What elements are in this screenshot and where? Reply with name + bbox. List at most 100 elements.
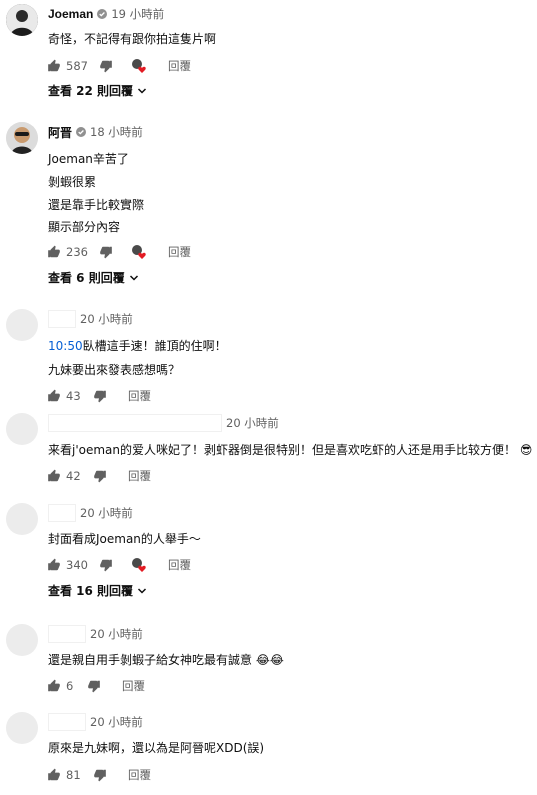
creator-heart-icon bbox=[132, 59, 146, 73]
author-name[interactable] bbox=[48, 310, 76, 328]
view-replies-button[interactable]: 查看 6 則回覆 bbox=[48, 269, 139, 286]
comment-text: 還是靠手比較實際 bbox=[48, 198, 145, 212]
comment-text: 奇怪，不記得有跟你拍這隻片啊 bbox=[48, 32, 217, 46]
avatar[interactable] bbox=[6, 413, 38, 445]
comment-text: 九妹要出來發表感想嗎？ bbox=[48, 363, 181, 377]
comment-time[interactable]: 20 小時前 bbox=[80, 505, 133, 521]
thumbs-down-icon bbox=[100, 559, 112, 572]
comment-header: 20 小時前 bbox=[48, 309, 133, 329]
like-button[interactable] bbox=[46, 244, 62, 260]
comment-text-main: 還是親自用手剝蝦子給女神吃最有誠意 bbox=[48, 653, 253, 667]
dislike-button[interactable] bbox=[98, 58, 114, 74]
view-replies-label: 查看 6 則回覆 bbox=[48, 271, 125, 285]
comment-time[interactable]: 20 小時前 bbox=[226, 415, 279, 431]
like-button[interactable] bbox=[46, 468, 62, 484]
thumbs-up-icon bbox=[48, 245, 60, 258]
like-count: 6 bbox=[66, 679, 74, 693]
dislike-button[interactable] bbox=[92, 468, 108, 484]
author-name[interactable] bbox=[48, 713, 86, 731]
avatar[interactable] bbox=[6, 624, 38, 656]
reply-button[interactable]: 回覆 bbox=[168, 557, 191, 573]
like-count: 340 bbox=[66, 558, 88, 572]
thumbs-up-icon bbox=[48, 469, 60, 482]
like-button[interactable] bbox=[46, 767, 62, 783]
comment-text: 剝蝦很累 bbox=[48, 175, 97, 189]
comment-header: 20 小時前 bbox=[48, 413, 279, 433]
comment-actions: 81 回覆 bbox=[46, 765, 151, 785]
author-name[interactable] bbox=[48, 414, 222, 432]
view-replies-label: 查看 22 則回覆 bbox=[48, 84, 134, 98]
dislike-button[interactable] bbox=[98, 557, 114, 573]
thumbs-down-icon bbox=[94, 390, 106, 403]
timestamp-link[interactable]: 10:50 bbox=[48, 339, 83, 353]
comment-text: 顯示部分內容 bbox=[48, 220, 121, 234]
creator-heart bbox=[130, 58, 148, 74]
author-name[interactable]: 阿晋 bbox=[48, 124, 72, 141]
comment-text: 還是親自用手剝蝦子給女神吃最有誠意 😂😂 bbox=[48, 651, 284, 668]
verified-icon bbox=[97, 9, 108, 19]
dislike-button[interactable] bbox=[92, 767, 108, 783]
comment-text: 原來是九妹啊，還以為是阿晉呢XDD(誤) bbox=[48, 741, 265, 755]
chevron-down-icon bbox=[138, 87, 147, 94]
thumbs-up-icon bbox=[48, 768, 60, 781]
reply-button[interactable]: 回覆 bbox=[128, 468, 151, 484]
comment-actions: 236 回覆 bbox=[46, 242, 191, 262]
avatar[interactable] bbox=[6, 503, 38, 535]
like-button[interactable] bbox=[46, 678, 62, 694]
comment-text: Joeman辛苦了 bbox=[48, 152, 129, 166]
thumbs-down-icon bbox=[94, 769, 106, 782]
comment-text: 封面看成Joeman的人舉手～ bbox=[48, 532, 201, 546]
person-photo-icon bbox=[6, 4, 38, 36]
comment-text-main: 来看j'oeman的爱人咪妃了！剥虾器倒是很特别！但是喜欢吃虾的人还是用手比较方… bbox=[48, 443, 517, 457]
comment-time[interactable]: 20 小時前 bbox=[90, 626, 143, 642]
author-name[interactable] bbox=[48, 504, 76, 522]
dislike-button[interactable] bbox=[86, 678, 102, 694]
view-replies-button[interactable]: 查看 22 則回覆 bbox=[48, 82, 147, 99]
comment-time[interactable]: 20 小時前 bbox=[80, 311, 133, 327]
comment-actions: 340 回覆 bbox=[46, 555, 191, 575]
comment-time[interactable]: 19 小時前 bbox=[111, 6, 164, 22]
avatar[interactable] bbox=[6, 712, 38, 744]
avatar[interactable] bbox=[6, 4, 38, 36]
view-replies-button[interactable]: 查看 16 則回覆 bbox=[48, 582, 147, 599]
dislike-button[interactable] bbox=[92, 388, 108, 404]
thumbs-up-icon bbox=[48, 679, 60, 692]
author-name[interactable]: Joeman bbox=[48, 7, 93, 21]
comment-text: 来看j'oeman的爱人咪妃了！剥虾器倒是很特别！但是喜欢吃虾的人还是用手比较方… bbox=[48, 441, 532, 458]
thumbs-up-icon bbox=[48, 59, 60, 72]
dislike-button[interactable] bbox=[98, 244, 114, 260]
comment-thread: 20 小時前 来看j'oeman的爱人咪妃了！剥虾器倒是很特别！但是喜欢吃虾的人… bbox=[0, 413, 537, 489]
comment-thread: 20 小時前 原來是九妹啊，還以為是阿晉呢XDD(誤) 81 回覆 bbox=[0, 712, 537, 792]
thumbs-down-icon bbox=[94, 470, 106, 483]
creator-heart bbox=[130, 557, 148, 573]
reply-button[interactable]: 回覆 bbox=[122, 678, 145, 694]
reply-button[interactable]: 回覆 bbox=[128, 388, 151, 404]
author-name[interactable] bbox=[48, 625, 86, 643]
like-button[interactable] bbox=[46, 388, 62, 404]
comment-actions: 43 回覆 bbox=[46, 386, 151, 406]
like-count: 43 bbox=[66, 389, 81, 403]
comment-actions: 42 回覆 bbox=[46, 466, 151, 486]
avatar[interactable] bbox=[6, 122, 38, 154]
comment-time[interactable]: 20 小時前 bbox=[90, 714, 143, 730]
comment-thread: 20 小時前 10:50臥槽這手速！誰頂的住啊！ 九妹要出來發表感想嗎？ 43 … bbox=[0, 309, 537, 404]
creator-heart-icon bbox=[132, 558, 146, 572]
thumbs-down-icon bbox=[100, 246, 112, 259]
like-button[interactable] bbox=[46, 557, 62, 573]
reply-button[interactable]: 回覆 bbox=[168, 58, 191, 74]
reply-button[interactable]: 回覆 bbox=[128, 767, 151, 783]
comment-thread: 20 小時前 還是親自用手剝蝦子給女神吃最有誠意 😂😂 6 回覆 bbox=[0, 624, 537, 700]
creator-heart bbox=[130, 244, 148, 260]
thumbs-down-icon bbox=[100, 60, 112, 73]
comment-header: 20 小時前 bbox=[48, 624, 143, 644]
like-count: 42 bbox=[66, 469, 81, 483]
avatar[interactable] bbox=[6, 309, 38, 341]
like-button[interactable] bbox=[46, 58, 62, 74]
comment-actions: 6 回覆 bbox=[46, 676, 145, 696]
comment-time[interactable]: 18 小時前 bbox=[90, 124, 143, 140]
reply-button[interactable]: 回覆 bbox=[168, 244, 191, 260]
comment-thread: 阿晋 18 小時前 Joeman辛苦了 剝蝦很累 還是靠手比較實際 顯示部分內容… bbox=[0, 122, 537, 288]
chevron-down-icon bbox=[129, 274, 138, 281]
comment-header: Joeman 19 小時前 bbox=[48, 4, 164, 24]
comment-header: 20 小時前 bbox=[48, 712, 143, 732]
